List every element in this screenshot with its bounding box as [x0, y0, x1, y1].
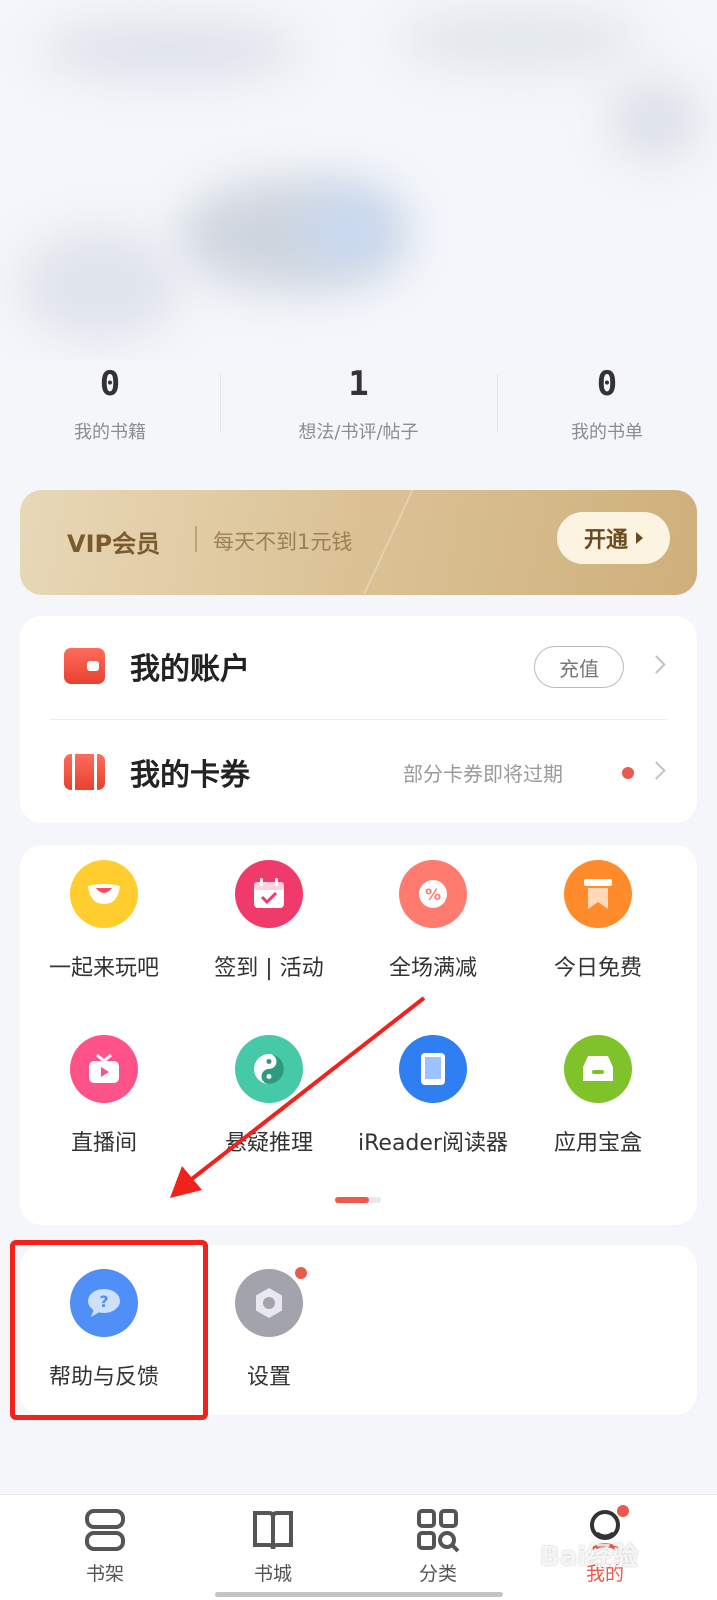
account-card: 我的账户 充值 我的卡券 部分卡券即将过期 [20, 616, 697, 823]
my-coupons-label: 我的卡券 [130, 758, 250, 793]
grid-label: 一起来玩吧 [48, 956, 159, 981]
coupon-icon [64, 754, 105, 790]
gear-icon [235, 1267, 307, 1337]
grid-label: 应用宝盒 [553, 1131, 642, 1156]
grid-label: iReader阅读器 [358, 1131, 508, 1156]
vip-banner[interactable]: VIP会员 每天不到1元钱 开通 [20, 490, 697, 595]
caret-right-icon [636, 532, 643, 544]
divider [50, 719, 667, 720]
stat-value: 0 [99, 364, 121, 404]
chevron-right-icon [647, 655, 666, 674]
page-indicator-active [335, 1197, 369, 1203]
grid-item-checkin[interactable]: 签到 | 活动 [185, 860, 353, 982]
grid-item-app-box[interactable]: 应用宝盒 [514, 1035, 682, 1157]
grid-item-live[interactable]: 直播间 [20, 1035, 188, 1157]
stat-booklists[interactable]: 0 我的书单 [497, 358, 717, 458]
vip-description: 每天不到1元钱 [213, 530, 353, 554]
stat-value: 0 [596, 364, 618, 404]
stat-reviews[interactable]: 1 想法/书评/帖子 [220, 358, 497, 458]
grid-label: 悬疑推理 [224, 1131, 313, 1156]
grid-label: 全场满减 [388, 956, 477, 981]
home-indicator [215, 1592, 503, 1597]
grid-label: 今日免费 [553, 956, 642, 981]
coupon-expiry-hint: 部分卡券即将过期 [403, 762, 563, 786]
calendar-check-icon [235, 860, 303, 928]
vip-divider [195, 526, 197, 552]
notification-dot [617, 1505, 629, 1517]
tab-categories[interactable]: 分类 [378, 1507, 498, 1586]
tab-label: 分类 [418, 1563, 457, 1585]
recharge-button[interactable]: 充值 [534, 646, 624, 688]
tab-label: 书架 [85, 1563, 124, 1585]
annotation-highlight-box [10, 1240, 208, 1420]
notification-dot [622, 767, 634, 779]
chevron-right-icon [647, 761, 666, 780]
grid-item-discount[interactable]: % 全场满减 [349, 860, 517, 982]
grid-label: 签到 | 活动 [214, 956, 324, 981]
grid-item-mystery[interactable]: 悬疑推理 [185, 1035, 353, 1157]
wallet-icon [64, 648, 105, 684]
bookmark-icon [564, 860, 632, 928]
stat-label: 我的书籍 [74, 422, 146, 443]
tab-bookshelf[interactable]: 书架 [45, 1507, 165, 1586]
tray-icon [564, 1035, 632, 1103]
discount-badge-icon: % [399, 860, 467, 928]
smile-icon [70, 860, 138, 928]
book-open-icon [251, 1507, 295, 1553]
bookshelf-icon [83, 1507, 127, 1553]
my-account-row[interactable]: 我的账户 充值 [20, 616, 697, 716]
yin-yang-icon [235, 1035, 303, 1103]
grid-label: 直播间 [70, 1131, 137, 1156]
grid-item-ireader[interactable]: iReader阅读器 [349, 1035, 517, 1157]
stat-label: 想法/书评/帖子 [298, 422, 419, 443]
watermark: Bai经验 [540, 1542, 639, 1572]
notification-dot [295, 1267, 307, 1279]
svg-text:%: % [425, 885, 441, 904]
stat-label: 我的书单 [571, 422, 643, 443]
page-indicator [335, 1197, 381, 1203]
category-grid-icon [416, 1507, 460, 1553]
grid-label: 设置 [246, 1365, 291, 1390]
feature-grid: 一起来玩吧 签到 | 活动 % 全场满减 今日免费 直播间 悬疑推理 iRead… [20, 845, 697, 1225]
stats-bar: 0 我的书籍 1 想法/书评/帖子 0 我的书单 [0, 358, 717, 458]
profile-header-blurred [0, 0, 717, 360]
vip-open-button[interactable]: 开通 [557, 512, 670, 564]
stat-value: 1 [348, 364, 369, 404]
vip-open-label: 开通 [583, 528, 628, 553]
stat-books[interactable]: 0 我的书籍 [0, 358, 220, 458]
grid-item-play-together[interactable]: 一起来玩吧 [20, 860, 188, 982]
tablet-icon [399, 1035, 467, 1103]
tab-bookstore[interactable]: 书城 [213, 1507, 333, 1586]
my-account-label: 我的账户 [130, 652, 250, 687]
my-coupons-row[interactable]: 我的卡券 部分卡券即将过期 [20, 722, 697, 822]
grid-item-free-today[interactable]: 今日免费 [514, 860, 682, 982]
tab-label: 书城 [253, 1563, 292, 1585]
tv-icon [70, 1035, 138, 1103]
vip-title: VIP会员 [67, 530, 161, 558]
settings-item[interactable]: 设置 [185, 1267, 353, 1391]
